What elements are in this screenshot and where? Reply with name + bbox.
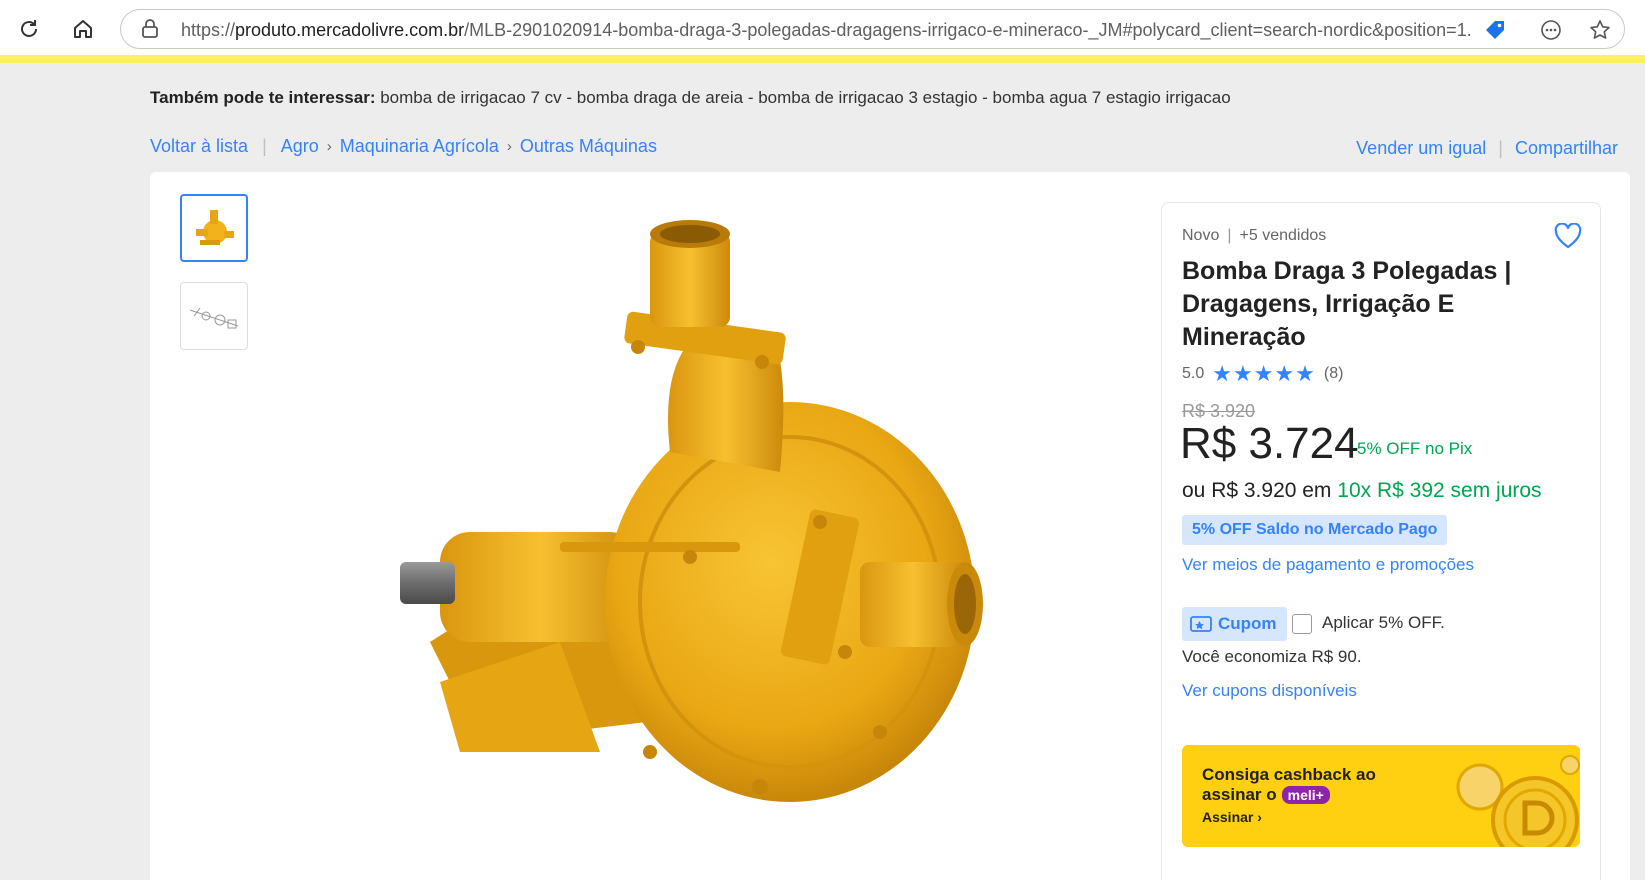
rating[interactable]: 5.0 ★★★★★ (8) (1182, 361, 1343, 387)
banner-line2: assinar o meli+ (1202, 785, 1330, 805)
coupon-badge: Cupom (1182, 607, 1287, 641)
condition-sold: Novo | +5 vendidos (1182, 227, 1327, 244)
coin-icon (1456, 755, 1580, 847)
url-text: https://produto.mercadolivre.com.br/MLB-… (181, 20, 1471, 40)
thumbnail-1[interactable] (180, 194, 248, 262)
mercado-pago-badge: 5% OFF Saldo no Mercado Pago (1182, 515, 1448, 545)
coupon-icon (1190, 616, 1212, 632)
current-price: R$ 3.724 (1180, 419, 1359, 468)
heart-icon[interactable] (1554, 222, 1582, 254)
breadcrumb: Voltar à lista | Agro › Maquinaria Agríc… (150, 136, 657, 157)
rating-value: 5.0 (1182, 365, 1205, 382)
page-actions: Vender um igual | Compartilhar (1356, 138, 1618, 159)
brand-strip (0, 55, 1645, 63)
back-to-list-link[interactable]: Voltar à lista (150, 136, 248, 157)
pix-discount: 5% OFF no Pix (1357, 439, 1473, 458)
sold-count: +5 vendidos (1239, 227, 1327, 244)
installments-prefix: ou R$ 3.920 em (1182, 479, 1332, 502)
share-link[interactable]: Compartilhar (1515, 138, 1618, 159)
coupon-label: Cupom (1218, 614, 1277, 633)
divider: | (262, 136, 267, 156)
apply-coupon-checkbox[interactable] (1292, 614, 1312, 634)
available-coupons-link[interactable]: Ver cupons disponíveis (1182, 681, 1357, 701)
subscribe-link[interactable]: Assinar › (1202, 809, 1262, 825)
related-links[interactable]: bomba de irrigacao 7 cv - bomba draga de… (380, 88, 1231, 107)
product-image[interactable] (400, 212, 1200, 832)
breadcrumb-outras[interactable]: Outras Máquinas (520, 136, 657, 157)
address-bar[interactable]: https://produto.mercadolivre.com.br/MLB-… (120, 9, 1625, 49)
related-searches: Também pode te interessar: bomba de irri… (150, 88, 1231, 108)
related-label: Também pode te interessar: (150, 88, 376, 107)
installments-offer: 10x R$ 392 sem juros (1337, 479, 1542, 502)
payment-methods-link[interactable]: Ver meios de pagamento e promoções (1182, 555, 1474, 575)
product-title: Bomba Draga 3 Polegadas | Dragagens, Irr… (1182, 257, 1512, 351)
lock-icon (141, 19, 159, 44)
banner-line2-text: assinar o (1202, 785, 1277, 804)
star-rating-icon: ★★★★★ (1212, 361, 1316, 386)
review-count: (8) (1323, 365, 1344, 382)
sell-similar-link[interactable]: Vender um igual (1356, 138, 1486, 159)
meli-plus-logo: meli+ (1281, 786, 1330, 804)
product-card: Novo | +5 vendidos Bomba Draga 3 Polegadas… (150, 172, 1630, 880)
divider: | (1498, 138, 1503, 158)
chevron-right-icon: › (506, 138, 512, 155)
apply-coupon-label[interactable]: Aplicar 5% OFF. (1322, 613, 1445, 633)
cashback-banner[interactable]: Consiga cashback ao assinar o meli+ Assi… (1182, 745, 1580, 847)
breadcrumb-maquinaria[interactable]: Maquinaria Agrícola (340, 136, 499, 157)
condition-label: Novo (1182, 227, 1220, 244)
savings-text: Você economiza R$ 90. (1182, 647, 1362, 666)
banner-line1: Consiga cashback ao (1202, 765, 1376, 784)
installments: ou R$ 3.920 em 10x R$ 392 sem juros (1182, 479, 1542, 503)
browser-toolbar: https://produto.mercadolivre.com.br/MLB-… (0, 0, 1645, 56)
more-options-icon[interactable] (1538, 17, 1564, 43)
refresh-icon[interactable] (12, 12, 46, 46)
breadcrumb-agro[interactable]: Agro (281, 136, 319, 157)
favorite-star-icon[interactable] (1587, 17, 1613, 43)
thumbnail-2[interactable] (180, 282, 248, 350)
coupon-tag-icon[interactable] (1482, 17, 1508, 43)
home-icon[interactable] (66, 12, 100, 46)
buy-box: Novo | +5 vendidos Bomba Draga 3 Polegadas… (1161, 202, 1601, 880)
chevron-right-icon: › (326, 138, 332, 155)
